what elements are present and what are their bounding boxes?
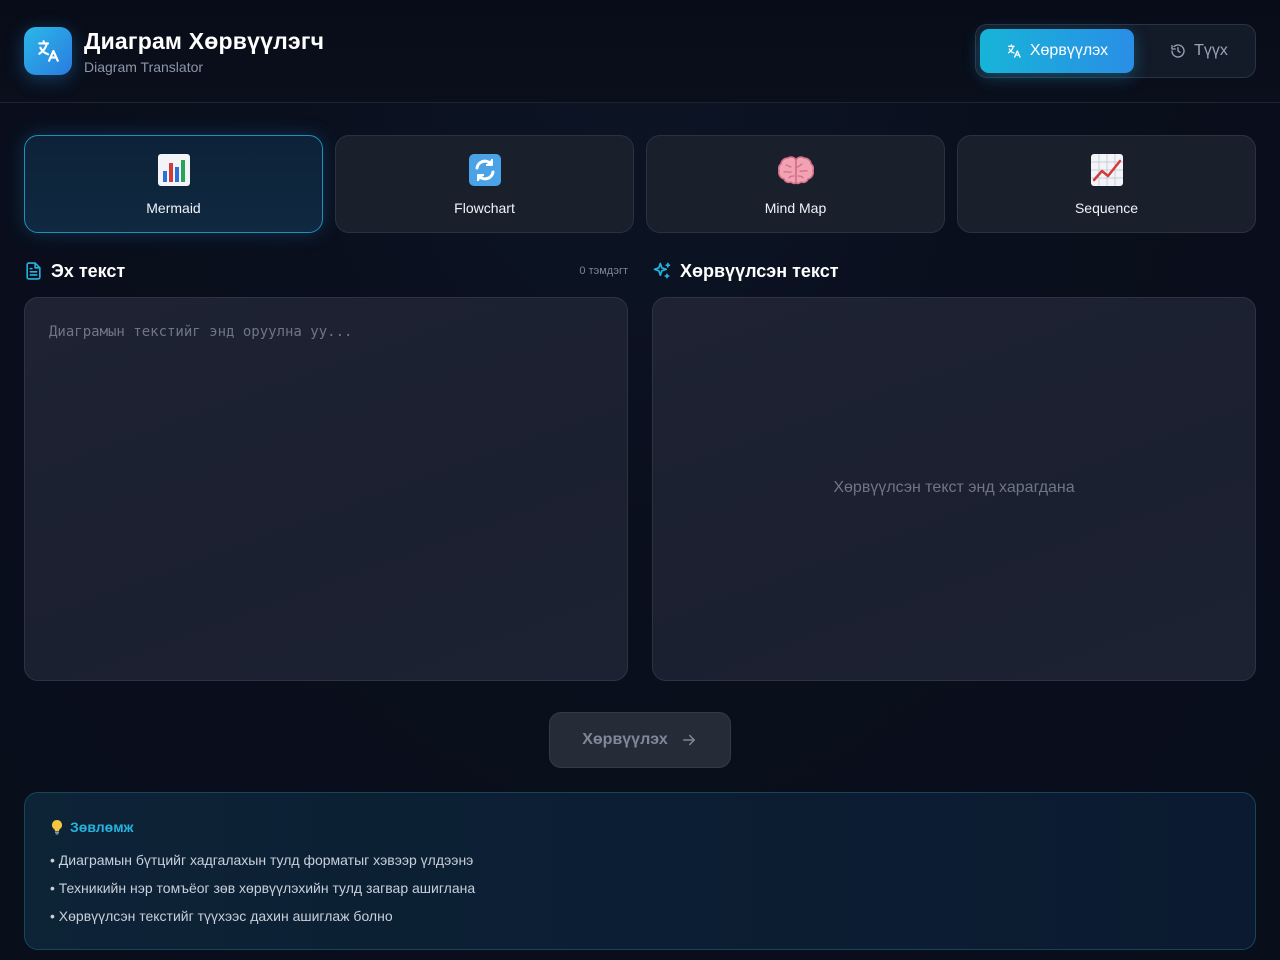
app-header: Диаграм Хөрвүүлэгч Diagram Translator Хө…	[0, 0, 1280, 103]
output-heading: Хөрвүүлсэн текст	[652, 260, 839, 282]
diagram-type-label: Mermaid	[146, 200, 201, 216]
diagram-type-sequence[interactable]: Sequence	[957, 135, 1256, 233]
app-title: Диаграм Хөрвүүлэгч	[84, 28, 325, 54]
diagram-type-label: Mind Map	[764, 200, 827, 216]
tip-item: • Хөрвүүлсэн текстийг түүхээс дахин ашиг…	[50, 908, 393, 924]
source-panel	[24, 297, 628, 681]
translate-button[interactable]: Хөрвүүлэх	[549, 712, 731, 768]
arrow-right-icon	[682, 734, 695, 746]
diagram-type-flowchart[interactable]: Flowchart	[335, 135, 634, 233]
line-chart-icon	[1090, 152, 1124, 188]
app-subtitle: Diagram Translator	[84, 59, 204, 75]
bar-chart-icon	[157, 152, 191, 188]
char-count: 0 тэмдэгт	[579, 265, 628, 277]
brain-icon	[777, 152, 814, 188]
diagram-type-mind-map[interactable]: Mind Map	[646, 135, 945, 233]
nav-history-button[interactable]: Түүх	[1146, 29, 1252, 73]
tip-item: • Диаграмын бүтцийг хадгалахын тулд форм…	[50, 852, 474, 868]
lightbulb-icon	[52, 820, 62, 835]
output-panel: Хөрвүүлсэн текст энд харагдана	[652, 297, 1256, 681]
source-text-input[interactable]	[25, 298, 627, 680]
translate-icon	[1007, 44, 1021, 58]
diagram-type-label: Flowchart	[454, 200, 515, 216]
source-heading-text: Эх текст	[51, 260, 126, 281]
tip-item: • Техникийн нэр томъёог зөв хөрвүүлэхийн…	[50, 880, 476, 896]
tips-panel: Зөвлөмж • Диаграмын бүтцийг хадгалахын т…	[24, 792, 1256, 950]
output-heading-text: Хөрвүүлсэн текст	[680, 260, 839, 281]
tips-title-text: Зөвлөмж	[70, 819, 134, 835]
translate-logo-icon	[24, 27, 72, 75]
arrows-cycle-icon	[468, 152, 502, 188]
tips-title: Зөвлөмж	[50, 819, 133, 835]
output-placeholder: Хөрвүүлсэн текст энд харагдана	[833, 479, 1075, 496]
diagram-type-label: Sequence	[1074, 200, 1139, 216]
document-icon	[26, 262, 41, 280]
nav-tabs: Хөрвүүлэх Түүх	[975, 24, 1256, 78]
nav-translate-button[interactable]: Хөрвүүлэх	[980, 29, 1134, 73]
diagram-type-mermaid[interactable]: Mermaid	[24, 135, 323, 233]
sparkles-icon	[653, 262, 671, 279]
source-heading: Эх текст	[24, 260, 125, 282]
nav-history-label: Түүх	[1194, 42, 1228, 59]
translate-button-label: Хөрвүүлэх	[582, 731, 668, 748]
history-icon	[1171, 44, 1185, 58]
nav-translate-label: Хөрвүүлэх	[1029, 42, 1109, 59]
